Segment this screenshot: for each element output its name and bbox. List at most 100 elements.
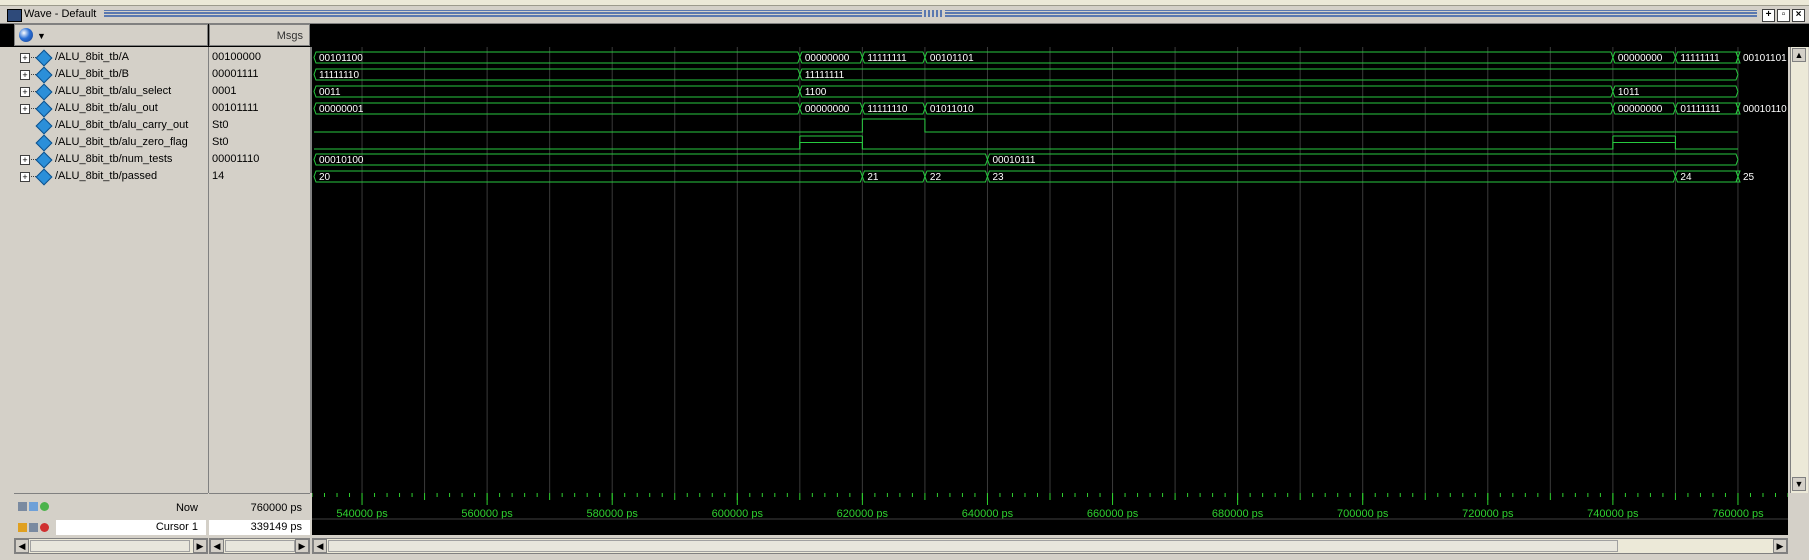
bus-value-label: 00101101 xyxy=(930,53,974,64)
waveform-pane[interactable]: 00101100 00000000 11111111 00101101 00000000… xyxy=(312,47,1788,493)
signal-row-alu-select[interactable]: + /ALU_8bit_tb/alu_select xyxy=(14,83,208,101)
signal-value: 00100000 xyxy=(212,51,261,63)
ruler-tick-label: 640000 ps xyxy=(962,508,1014,520)
bus-value-label: 21 xyxy=(867,172,879,183)
bus-segment xyxy=(924,51,1614,64)
bus-value-label: 01011010 xyxy=(930,104,974,115)
ruler-tick-label: 560000 ps xyxy=(461,508,513,520)
values-hscrollbar[interactable]: ◀ ▶ xyxy=(209,538,310,554)
bus-value-label: 00000000 xyxy=(805,53,850,64)
ruler-tick-label: 600000 ps xyxy=(712,508,764,520)
time-ruler[interactable]: 540000 ps 560000 ps 580000 ps 600000 ps 6200… xyxy=(311,493,1789,535)
signal-row-b[interactable]: + /ALU_8bit_tb/B xyxy=(14,66,208,84)
scroll-down-icon[interactable]: ▼ xyxy=(1792,477,1806,491)
edit-icon[interactable] xyxy=(29,523,38,532)
ruler-tick-label: 620000 ps xyxy=(837,508,889,520)
signal-icon xyxy=(35,134,53,152)
scroll-right-icon[interactable]: ▶ xyxy=(295,539,309,553)
signal-value: St0 xyxy=(212,136,229,148)
signal-row-num-tests[interactable]: + /ALU_8bit_tb/num_tests xyxy=(14,151,208,169)
scroll-right-icon[interactable]: ▶ xyxy=(1773,539,1787,553)
signal-value: 00001110 xyxy=(212,153,260,165)
zoom-in-icon[interactable]: + xyxy=(1762,9,1775,22)
bus-value-label: 20 xyxy=(319,172,331,183)
ruler-tick-label: 580000 ps xyxy=(587,508,639,520)
lock-cursor-icon[interactable] xyxy=(18,523,27,532)
cursor-value[interactable]: 339149 ps xyxy=(209,520,310,535)
scroll-left-icon[interactable]: ◀ xyxy=(313,539,327,553)
signal-name: /ALU_8bit_tb/A xyxy=(55,51,129,63)
bus-segment xyxy=(313,85,801,98)
signal-row-a[interactable]: + /ALU_8bit_tb/A xyxy=(14,49,208,67)
bus-value-label: 00101101 xyxy=(1743,53,1787,64)
scroll-thumb[interactable] xyxy=(30,540,190,552)
scroll-thumb[interactable] xyxy=(328,540,1618,552)
drag-handle[interactable] xyxy=(924,10,942,17)
signal-icon xyxy=(35,83,53,101)
window-title: Wave - Default xyxy=(24,8,97,20)
bus-segment xyxy=(799,85,1614,98)
chevron-down-icon[interactable]: ▼ xyxy=(37,31,46,41)
signal-value: St0 xyxy=(212,119,229,131)
scroll-right-icon[interactable]: ▶ xyxy=(193,539,207,553)
signal-value: 00001111 xyxy=(212,68,259,80)
bus-segment xyxy=(313,102,801,115)
value-row: St0 xyxy=(209,117,310,134)
plus-icon[interactable] xyxy=(40,502,49,511)
ruler-tick-label: 760000 ps xyxy=(1712,508,1764,520)
signal-name: /ALU_8bit_tb/alu_zero_flag xyxy=(55,136,188,148)
bus-value-label: 00101100 xyxy=(319,53,363,64)
signal-icon xyxy=(35,100,53,118)
value-row: 00101111 xyxy=(209,100,310,117)
bus-value-label: 0011 xyxy=(319,87,341,98)
value-row: 00001110 xyxy=(209,151,310,168)
names-hscrollbar[interactable]: ◀ ▶ xyxy=(14,538,208,554)
bus-value-label: 00010100 xyxy=(319,155,364,166)
signal-icon xyxy=(35,151,53,169)
names-header: ▼ xyxy=(14,24,208,46)
values-header: Msgs xyxy=(209,24,310,46)
signal-value: 14 xyxy=(212,170,225,182)
signal-row-alu-out[interactable]: + /ALU_8bit_tb/alu_out xyxy=(14,100,208,118)
cursor-label[interactable]: Cursor 1 xyxy=(56,520,206,535)
msgs-header-label: Msgs xyxy=(276,30,303,42)
value-row: 0001 xyxy=(209,83,310,100)
bus-value-label: 00010111 xyxy=(992,155,1035,166)
value-row: St0 xyxy=(209,134,310,151)
scroll-left-icon[interactable]: ◀ xyxy=(210,539,224,553)
undock-icon[interactable]: ▫ xyxy=(1777,9,1790,22)
delete-cursor-icon[interactable] xyxy=(40,523,49,532)
bus-value-label: 00000001 xyxy=(319,104,364,115)
scroll-thumb[interactable] xyxy=(225,540,295,552)
bit-waveform xyxy=(314,142,1738,150)
title-grip-right xyxy=(945,10,1757,17)
lock-icon[interactable] xyxy=(18,502,27,511)
scroll-up-icon[interactable]: ▲ xyxy=(1792,48,1806,62)
close-icon[interactable]: × xyxy=(1792,9,1805,22)
globe-icon[interactable] xyxy=(19,28,33,42)
bus-segment xyxy=(313,153,988,166)
scroll-left-icon[interactable]: ◀ xyxy=(15,539,29,553)
signal-row-alu-carry-out[interactable]: /ALU_8bit_tb/alu_carry_out xyxy=(14,117,208,135)
signal-values-pane: 00100000 00001111 0001 00101111 St0 St0 … xyxy=(209,47,312,493)
bus-segment xyxy=(986,170,1676,183)
signal-icon xyxy=(35,117,53,135)
bus-segment xyxy=(924,102,1614,115)
bus-value-label: 00000000 xyxy=(805,104,850,115)
value-row: 14 xyxy=(209,168,310,185)
bus-value-label: 1100 xyxy=(805,87,827,98)
add-cursor-icon[interactable] xyxy=(29,502,38,511)
signal-row-alu-zero-flag[interactable]: /ALU_8bit_tb/alu_zero_flag xyxy=(14,134,208,152)
title-grip-left xyxy=(104,10,922,17)
signal-name: /ALU_8bit_tb/alu_out xyxy=(55,102,158,114)
waveform-svg: 00101100 00000000 11111111 00101101 00000000… xyxy=(313,47,1787,493)
signal-name: /ALU_8bit_tb/alu_carry_out xyxy=(55,119,189,131)
bus-segment xyxy=(313,68,801,81)
bus-value-label: 00010110 xyxy=(1743,104,1787,115)
signal-row-passed[interactable]: + /ALU_8bit_tb/passed xyxy=(14,168,208,186)
wave-hscrollbar[interactable]: ◀ ▶ xyxy=(312,538,1788,554)
bus-value-label: 24 xyxy=(1680,172,1692,183)
vertical-scrollbar[interactable]: ▲ ▼ xyxy=(1790,47,1808,493)
bus-value-label: 11111110 xyxy=(319,70,359,81)
title-bar[interactable]: Wave - Default + ▫ × xyxy=(0,6,1809,24)
